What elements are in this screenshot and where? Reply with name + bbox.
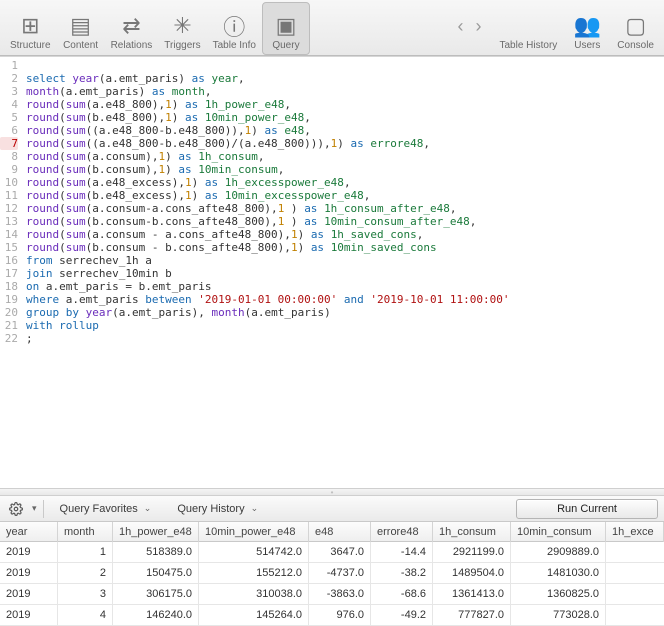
- users-icon: 👥: [571, 12, 603, 40]
- relations-icon: ⇄: [115, 12, 147, 40]
- cell[interactable]: 777827.0: [433, 605, 511, 625]
- cell[interactable]: 2909889.0: [511, 542, 606, 562]
- cell[interactable]: 1360825.0: [511, 584, 606, 604]
- cell[interactable]: 1481030.0: [511, 563, 606, 583]
- triggers-label: Triggers: [164, 40, 200, 51]
- cell[interactable]: 773028.0: [511, 605, 606, 625]
- chevron-down-icon: ⌄: [251, 503, 259, 514]
- toolbar-relations[interactable]: ⇄Relations: [105, 2, 159, 55]
- cell[interactable]: 2019: [0, 563, 58, 583]
- cell[interactable]: 145264.0: [199, 605, 309, 625]
- content-label: Content: [63, 40, 98, 51]
- cell[interactable]: 2019: [0, 542, 58, 562]
- cell[interactable]: 1: [58, 542, 113, 562]
- query-history-dropdown[interactable]: Query History ⌄: [167, 503, 268, 515]
- cell[interactable]: 2019: [0, 584, 58, 604]
- structure-label: Structure: [10, 40, 51, 51]
- nav-forward-icon[interactable]: ›: [469, 16, 487, 37]
- structure-icon: ⊞: [14, 12, 46, 40]
- query-label: Query: [272, 40, 299, 51]
- console-icon: ▢: [620, 12, 652, 40]
- cell[interactable]: 150475.0: [113, 563, 199, 583]
- toolbar: ⊞Structure▤Content⇄Relations✳TriggersⓘTa…: [0, 0, 664, 56]
- cell[interactable]: -14.4: [371, 542, 433, 562]
- col-10min_consum[interactable]: 10min_consum: [511, 522, 606, 542]
- results-grid: yearmonth1h_power_e4810min_power_e48e48e…: [0, 522, 664, 626]
- table-history-label: Table History: [499, 40, 557, 51]
- col-1h_exce[interactable]: 1h_exce: [606, 522, 664, 542]
- cell[interactable]: -38.2: [371, 563, 433, 583]
- toolbar-table-history[interactable]: Table History: [493, 2, 563, 55]
- cell[interactable]: 1361413.0: [433, 584, 511, 604]
- toolbar-table-info[interactable]: ⓘTable Info: [207, 2, 262, 55]
- cell[interactable]: 518389.0: [113, 542, 199, 562]
- query-history-label: Query History: [177, 503, 244, 515]
- toolbar-structure[interactable]: ⊞Structure: [4, 2, 57, 55]
- cell[interactable]: -3863.0: [309, 584, 371, 604]
- triggers-icon: ✳: [166, 12, 198, 40]
- pane-divider[interactable]: •: [0, 488, 664, 496]
- cell[interactable]: 3: [58, 584, 113, 604]
- toolbar-console[interactable]: ▢Console: [611, 2, 660, 55]
- cell[interactable]: 4: [58, 605, 113, 625]
- content-icon: ▤: [65, 12, 97, 40]
- query-favorites-label: Query Favorites: [60, 503, 138, 515]
- cell[interactable]: 2921199.0: [433, 542, 511, 562]
- query-editor[interactable]: 12345678910111213141516171819202122 sele…: [0, 56, 664, 488]
- table-row[interactable]: 20194146240.0145264.0976.0-49.2777827.07…: [0, 605, 664, 626]
- cell[interactable]: 1489504.0: [433, 563, 511, 583]
- col-10min_power_e48[interactable]: 10min_power_e48: [199, 522, 309, 542]
- col-errore48[interactable]: errore48: [371, 522, 433, 542]
- console-label: Console: [617, 40, 654, 51]
- actions-bar: ▾ Query Favorites ⌄ Query History ⌄ Run …: [0, 496, 664, 522]
- cell[interactable]: 514742.0: [199, 542, 309, 562]
- cell[interactable]: -4737.0: [309, 563, 371, 583]
- col-year[interactable]: year: [0, 522, 58, 542]
- cell[interactable]: 2019: [0, 605, 58, 625]
- relations-label: Relations: [111, 40, 153, 51]
- table-history-icon: [512, 12, 544, 40]
- cell[interactable]: 2: [58, 563, 113, 583]
- query-favorites-dropdown[interactable]: Query Favorites ⌄: [50, 503, 162, 515]
- cell[interactable]: 3647.0: [309, 542, 371, 562]
- line-gutter: 12345678910111213141516171819202122: [0, 57, 22, 488]
- col-e48[interactable]: e48: [309, 522, 371, 542]
- toolbar-content[interactable]: ▤Content: [57, 2, 105, 55]
- cell[interactable]: 310038.0: [199, 584, 309, 604]
- toolbar-triggers[interactable]: ✳Triggers: [158, 2, 206, 55]
- gear-icon[interactable]: [6, 500, 26, 518]
- cell[interactable]: 306175.0: [113, 584, 199, 604]
- table-info-label: Table Info: [213, 40, 256, 51]
- nav-arrows: ‹ ›: [445, 2, 493, 55]
- users-label: Users: [574, 40, 600, 51]
- run-current-button[interactable]: Run Current: [516, 499, 658, 519]
- toolbar-query[interactable]: ▣Query: [262, 2, 310, 55]
- toolbar-users[interactable]: 👥Users: [563, 2, 611, 55]
- results-header: yearmonth1h_power_e4810min_power_e48e48e…: [0, 522, 664, 542]
- table-info-icon: ⓘ: [218, 12, 250, 40]
- table-row[interactable]: 20191518389.0514742.03647.0-14.42921199.…: [0, 542, 664, 563]
- cell[interactable]: 155212.0: [199, 563, 309, 583]
- chevron-down-icon[interactable]: ▾: [32, 503, 37, 514]
- table-row[interactable]: 20193306175.0310038.0-3863.0-68.61361413…: [0, 584, 664, 605]
- cell[interactable]: -49.2: [371, 605, 433, 625]
- nav-back-icon[interactable]: ‹: [451, 16, 469, 37]
- col-1h_power_e48[interactable]: 1h_power_e48: [113, 522, 199, 542]
- col-1h_consum[interactable]: 1h_consum: [433, 522, 511, 542]
- chevron-down-icon: ⌄: [144, 503, 152, 514]
- col-month[interactable]: month: [58, 522, 113, 542]
- table-row[interactable]: 20192150475.0155212.0-4737.0-38.21489504…: [0, 563, 664, 584]
- query-icon: ▣: [270, 12, 302, 40]
- cell[interactable]: -68.6: [371, 584, 433, 604]
- cell[interactable]: 146240.0: [113, 605, 199, 625]
- cell[interactable]: 976.0: [309, 605, 371, 625]
- code-area[interactable]: select year(a.emt_paris) as year,month(a…: [22, 57, 664, 488]
